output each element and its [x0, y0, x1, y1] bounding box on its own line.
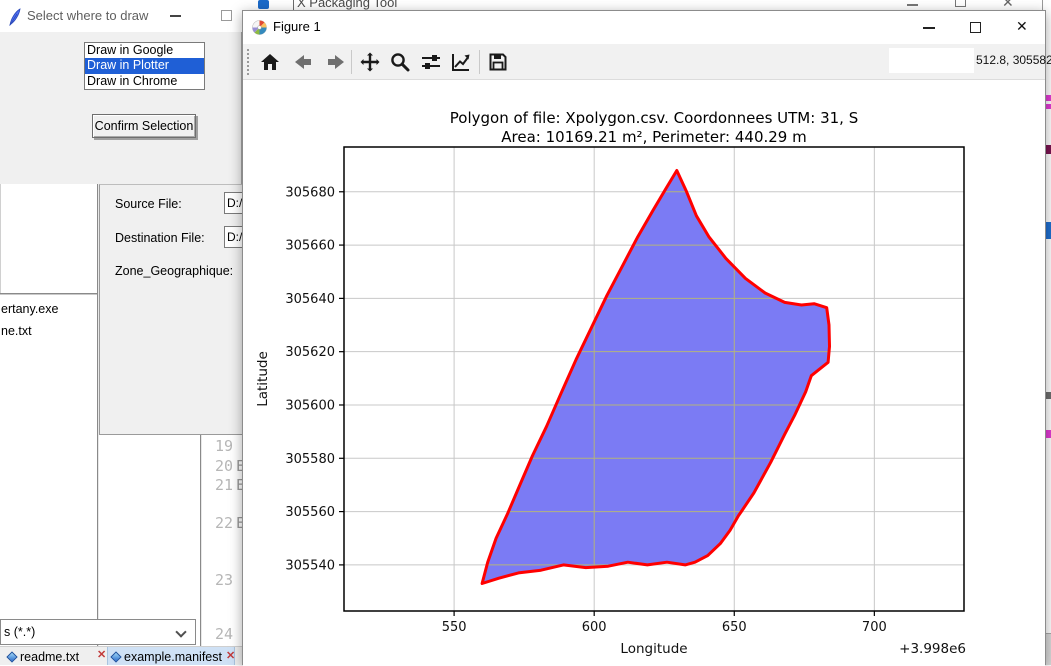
source-file-label: Source File:	[115, 197, 182, 211]
file-diamond-icon	[6, 651, 17, 662]
figure-window: Figure 1 ✕	[242, 10, 1046, 665]
file-filter-combobox[interactable]: s (*.*)	[0, 619, 196, 645]
background-code-fragment	[1046, 104, 1051, 109]
maximize-icon[interactable]	[955, 0, 966, 7]
close-tab-icon[interactable]: ✕	[97, 650, 106, 661]
select-where-to-draw-dialog: Select where to draw Draw in Google Draw…	[0, 0, 242, 184]
toolbar-grip-handle[interactable]	[247, 49, 249, 75]
background-code-fragment	[1046, 222, 1051, 239]
dialog-title: Select where to draw	[27, 8, 148, 23]
figure-canvas[interactable]: 550 600 650 700 305540 305560 305580 305600 3056…	[243, 80, 1045, 666]
background-code-fragment	[1046, 430, 1051, 438]
minimize-icon[interactable]	[170, 15, 181, 17]
matplotlib-logo-icon	[252, 20, 267, 35]
back-icon[interactable]	[292, 51, 314, 73]
home-icon[interactable]	[259, 51, 281, 73]
svg-text:305660: 305660	[285, 239, 335, 254]
line-number: 23	[215, 571, 233, 589]
svg-text:700: 700	[862, 620, 887, 635]
tab-example-manifest[interactable]: example.manifest ✕	[107, 647, 235, 665]
configure-subplots-icon[interactable]	[420, 51, 442, 73]
background-app-icon	[258, 0, 269, 9]
line-number: 19	[215, 437, 233, 455]
chevron-down-icon	[175, 626, 186, 637]
document-tab-bar: readme.txt ✕ example.manifest ✕	[0, 646, 242, 665]
file-list-item[interactable]: ne.txt	[1, 324, 32, 338]
toolbar-separator	[479, 50, 480, 74]
forward-icon[interactable]	[325, 51, 347, 73]
minimize-icon[interactable]	[907, 4, 918, 6]
matplotlib-toolbar: 512.8, 305582.9)	[243, 44, 1045, 80]
window-border	[1042, 0, 1043, 10]
background-statusbar-fragment	[1046, 633, 1051, 665]
svg-text:+3.998e6: +3.998e6	[899, 641, 966, 657]
svg-text:305580: 305580	[285, 452, 335, 467]
zoom-icon[interactable]	[389, 51, 411, 73]
close-tab-icon[interactable]: ✕	[226, 651, 235, 662]
file-filter-value: s (*.*)	[4, 625, 35, 639]
file-form-panel: Source File: D:/ Destination File: D:/ Z…	[99, 184, 242, 435]
svg-text:600: 600	[582, 620, 607, 635]
polygon-plot: 550 600 650 700 305540 305560 305580 305600 3056…	[243, 80, 1045, 666]
background-code-fragment	[1046, 392, 1051, 399]
coordinate-readout: 512.8, 305582.9)	[976, 53, 1051, 67]
file-diamond-icon	[110, 651, 121, 662]
tab-label: example.manifest	[124, 650, 222, 664]
svg-text:305560: 305560	[285, 505, 335, 520]
destination-file-label: Destination File:	[115, 231, 205, 245]
editor-line-number-gutter: 19 20E 21E 22E 23 24	[203, 435, 242, 646]
minimize-icon[interactable]	[923, 27, 935, 29]
close-icon[interactable]: ✕	[1002, 0, 1014, 10]
confirm-selection-button[interactable]: Confirm Selection	[92, 114, 196, 138]
tk-feather-icon	[8, 8, 22, 26]
divider	[293, 0, 294, 10]
maximize-icon[interactable]	[221, 10, 232, 21]
listbox-item-draw-in-google[interactable]: Draw in Google	[85, 43, 204, 58]
svg-text:Polygon of file: Xpolygon.csv.: Polygon of file: Xpolygon.csv. Coordonne…	[450, 109, 858, 127]
coordinate-readout-overlay	[889, 48, 974, 73]
save-icon[interactable]	[487, 51, 509, 73]
file-list-item[interactable]: ertany.exe	[1, 302, 58, 316]
svg-text:305600: 305600	[285, 398, 335, 413]
editor-pane-background	[100, 435, 200, 619]
background-window-title: X Packaging Tool	[297, 0, 397, 10]
edit-plot-icon[interactable]	[450, 51, 472, 73]
tab-readme-txt[interactable]: readme.txt	[4, 647, 83, 665]
listbox-item-draw-in-chrome[interactable]: Draw in Chrome	[85, 74, 204, 89]
dialog-titlebar[interactable]: Select where to draw	[0, 0, 242, 32]
maximize-icon[interactable]	[970, 22, 981, 33]
file-list-pane[interactable]: ertany.exe ne.txt	[0, 296, 97, 619]
svg-text:305540: 305540	[285, 558, 335, 573]
toolbar-separator	[351, 50, 352, 74]
svg-text:Latitude: Latitude	[255, 351, 271, 407]
svg-text:305680: 305680	[285, 185, 335, 200]
svg-text:650: 650	[722, 620, 747, 635]
figure-titlebar[interactable]: Figure 1 ✕	[243, 11, 1045, 44]
svg-text:305640: 305640	[285, 292, 335, 307]
svg-text:305620: 305620	[285, 345, 335, 360]
line-number: 22	[215, 514, 233, 532]
background-code-fragment	[1046, 95, 1051, 101]
close-icon[interactable]: ✕	[1016, 18, 1028, 35]
figure-window-title: Figure 1	[273, 19, 321, 34]
line-number: 24	[215, 625, 233, 643]
zone-geographique-label: Zone_Geographique:	[115, 264, 233, 278]
file-browser-pane-upper	[0, 184, 99, 293]
line-number: 20	[215, 457, 233, 475]
svg-text:Area: 10169.21 m², Perimeter:: Area: 10169.21 m², Perimeter: 440.29 m	[501, 128, 806, 146]
background-window-right-edge	[1046, 10, 1051, 665]
draw-target-listbox[interactable]: Draw in Google Draw in Plotter Draw in C…	[84, 42, 205, 90]
pan-icon[interactable]	[359, 51, 381, 73]
background-code-fragment	[1046, 145, 1051, 154]
background-window-titlebar: X Packaging Tool ✕	[242, 0, 1051, 10]
line-number: 21	[215, 476, 233, 494]
tab-label: readme.txt	[20, 650, 79, 664]
svg-text:550: 550	[442, 620, 467, 635]
listbox-item-draw-in-plotter[interactable]: Draw in Plotter	[85, 58, 204, 73]
svg-text:Longitude: Longitude	[620, 641, 687, 657]
